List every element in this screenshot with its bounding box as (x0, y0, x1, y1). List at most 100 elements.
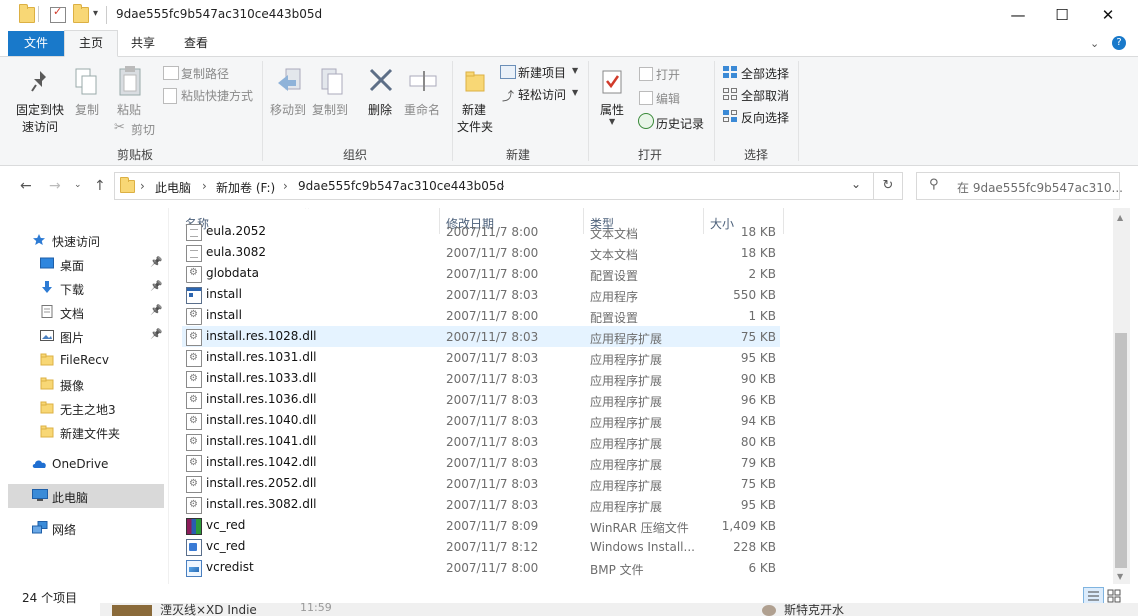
address-bar[interactable]: › 此电脑 › 新加卷 (F:) › 9dae555fc9b547ac310ce… (114, 172, 874, 200)
new-item-button[interactable]: 新建项目 (518, 64, 566, 81)
search-input[interactable]: ⚲ 在 9dae555fc9b547ac310... (916, 172, 1123, 200)
group-label-organize: 组织 (342, 148, 367, 162)
back-arrow-icon[interactable]: ← (20, 178, 32, 194)
file-rows: eula.2052 2007/11/7 8:00 文本文档 18 KB eula.308… (170, 208, 1113, 584)
file-row[interactable]: install.res.1041.dll 2007/11/7 8:03 应用程序扩展… (182, 431, 780, 452)
file-row[interactable]: vc_red 2007/11/7 8:12 Windows Install... 22… (182, 536, 780, 557)
file-row[interactable]: install.res.1040.dll 2007/11/7 8:03 应用程序扩展… (182, 410, 780, 431)
file-row[interactable]: install 2007/11/7 8:03 应用程序 550 KB (182, 284, 780, 305)
sidebar-item[interactable]: OneDrive (8, 452, 164, 476)
delete-button[interactable]: 删除 (368, 101, 392, 118)
copy-icon (74, 67, 98, 97)
select-none-icon (723, 88, 737, 100)
file-row[interactable]: install.res.1042.dll 2007/11/7 8:03 应用程序扩展… (182, 452, 780, 473)
file-row[interactable]: eula.3082 2007/11/7 8:00 文本文档 18 KB (182, 242, 780, 263)
invert-selection-button[interactable]: 反向选择 (741, 109, 789, 126)
copy-button[interactable]: 复制 (75, 101, 99, 118)
search-placeholder: 在 9dae555fc9b547ac310... (957, 181, 1123, 195)
file-name: install.res.1028.dll (206, 329, 317, 343)
move-to-button[interactable]: 移动到 (270, 101, 306, 118)
file-row[interactable]: globdata 2007/11/7 8:00 配置设置 2 KB (182, 263, 780, 284)
file-size: 18 KB (740, 246, 776, 260)
new-folder-icon (464, 69, 486, 93)
close-button[interactable]: ✕ (1085, 0, 1131, 31)
sidebar-item-label: 摄像 (60, 379, 85, 393)
file-row[interactable]: install.res.1031.dll 2007/11/7 8:03 应用程序扩展… (182, 347, 780, 368)
up-arrow-icon[interactable]: ↑ (94, 178, 106, 194)
paste-button[interactable]: 粘贴 (117, 101, 141, 118)
file-type: 应用程序扩展 (590, 416, 663, 430)
tab-share[interactable]: 共享 (120, 31, 166, 56)
file-row[interactable]: install.res.3082.dll 2007/11/7 8:03 应用程序扩展… (182, 494, 780, 515)
scroll-up-arrow-icon[interactable]: ▲ (1117, 213, 1123, 222)
tab-file[interactable]: 文件 (8, 31, 64, 56)
breadcrumb-this-pc[interactable]: 此电脑 (155, 179, 191, 196)
sidebar-item[interactable]: 文档 📌 (8, 300, 164, 324)
new-folder-qa-icon[interactable] (73, 4, 89, 23)
file-row[interactable]: install.res.1033.dll 2007/11/7 8:03 应用程序扩展… (182, 368, 780, 389)
properties-button[interactable]: 属性 (600, 101, 624, 118)
sidebar-item[interactable]: 图片 📌 (8, 324, 164, 348)
chevron-down-icon[interactable]: ⌄ (1090, 37, 1099, 50)
properties-qa-icon[interactable]: ✓ (50, 5, 66, 23)
breadcrumb-drive[interactable]: 新加卷 (F:) (216, 179, 275, 196)
address-dropdown-icon[interactable]: ⌄ (851, 177, 861, 191)
file-row[interactable]: install.res.1028.dll 2007/11/7 8:03 应用程序扩展… (182, 326, 780, 347)
file-row[interactable]: install.res.1036.dll 2007/11/7 8:03 应用程序扩展… (182, 389, 780, 410)
bmp-file-icon (186, 560, 202, 577)
large-icons-view-icon[interactable] (1106, 588, 1122, 604)
scrollbar-thumb[interactable] (1115, 333, 1127, 568)
forward-arrow-icon[interactable]: → (49, 178, 61, 194)
tab-view[interactable]: 查看 (172, 31, 220, 56)
file-size: 75 KB (740, 330, 776, 344)
sidebar-item[interactable]: 快速访问 (8, 228, 164, 252)
folder-icon (40, 425, 54, 438)
file-row[interactable]: vcredist 2007/11/7 8:00 BMP 文件 6 KB (182, 557, 780, 578)
cut-button[interactable]: 剪切 (131, 121, 155, 138)
desktop-icon (40, 257, 54, 270)
history-button[interactable]: 历史记录 (656, 115, 704, 132)
sidebar-item[interactable]: 此电脑 (8, 484, 164, 508)
sidebar-item[interactable]: 无主之地3 (8, 396, 164, 420)
copy-path-button[interactable]: 复制路径 (181, 65, 229, 82)
sidebar-item-label: 快速访问 (52, 235, 101, 249)
sidebar-item[interactable]: 下载 📌 (8, 276, 164, 300)
copy-to-button[interactable]: 复制到 (312, 101, 348, 118)
refresh-icon[interactable]: ↻ (874, 172, 903, 200)
dll-file-icon (186, 329, 202, 346)
pin-quick-access-label2: 速访问 (22, 120, 59, 134)
sidebar-item[interactable]: FileRecv (8, 348, 164, 372)
file-row[interactable]: install.res.2052.dll 2007/11/7 8:03 应用程序扩展… (182, 473, 780, 494)
scroll-down-arrow-icon[interactable]: ▼ (1117, 572, 1123, 581)
paste-shortcut-button[interactable]: 粘贴快捷方式 (181, 87, 253, 104)
new-folder-button[interactable]: 新建 (462, 101, 486, 118)
tab-home[interactable]: 主页 (64, 30, 118, 57)
move-to-icon (276, 67, 304, 97)
breadcrumb-folder[interactable]: 9dae555fc9b547ac310ce443b05d (298, 179, 504, 193)
file-size: 2 KB (748, 267, 776, 281)
folder-icon (40, 401, 54, 414)
sidebar-item[interactable]: 桌面 📌 (8, 252, 164, 276)
edit-button[interactable]: 编辑 (656, 90, 680, 107)
group-label-clipboard: 剪贴板 (116, 148, 153, 162)
open-button[interactable]: 打开 (656, 66, 680, 83)
pin-quick-access-button[interactable]: 固定到快 (16, 101, 64, 118)
dll-file-icon (186, 350, 202, 367)
history-icon (638, 113, 654, 129)
sidebar-item[interactable]: 网络 (8, 516, 164, 540)
maximize-button[interactable]: ☐ (1039, 0, 1085, 31)
file-size: 1,409 KB (721, 519, 776, 533)
select-all-button[interactable]: 全部选择 (741, 65, 789, 82)
select-none-button[interactable]: 全部取消 (741, 87, 789, 104)
qa-dropdown-icon[interactable]: ▾ (93, 8, 98, 19)
help-icon[interactable]: ? (1112, 36, 1126, 50)
rename-button[interactable]: 重命名 (404, 101, 440, 118)
file-row[interactable]: install 2007/11/7 8:00 配置设置 1 KB (182, 305, 780, 326)
minimize-button[interactable]: — (995, 0, 1041, 31)
file-date: 2007/11/7 8:03 (446, 372, 539, 386)
easy-access-button[interactable]: 轻松访问 (518, 86, 566, 103)
sidebar-item[interactable]: 新建文件夹 (8, 420, 164, 444)
sidebar-item[interactable]: 摄像 (8, 372, 164, 396)
recent-dropdown-icon[interactable]: ⌄ (74, 180, 82, 190)
file-row[interactable]: vc_red 2007/11/7 8:09 WinRAR 压缩文件 1,409 KB (182, 515, 780, 536)
